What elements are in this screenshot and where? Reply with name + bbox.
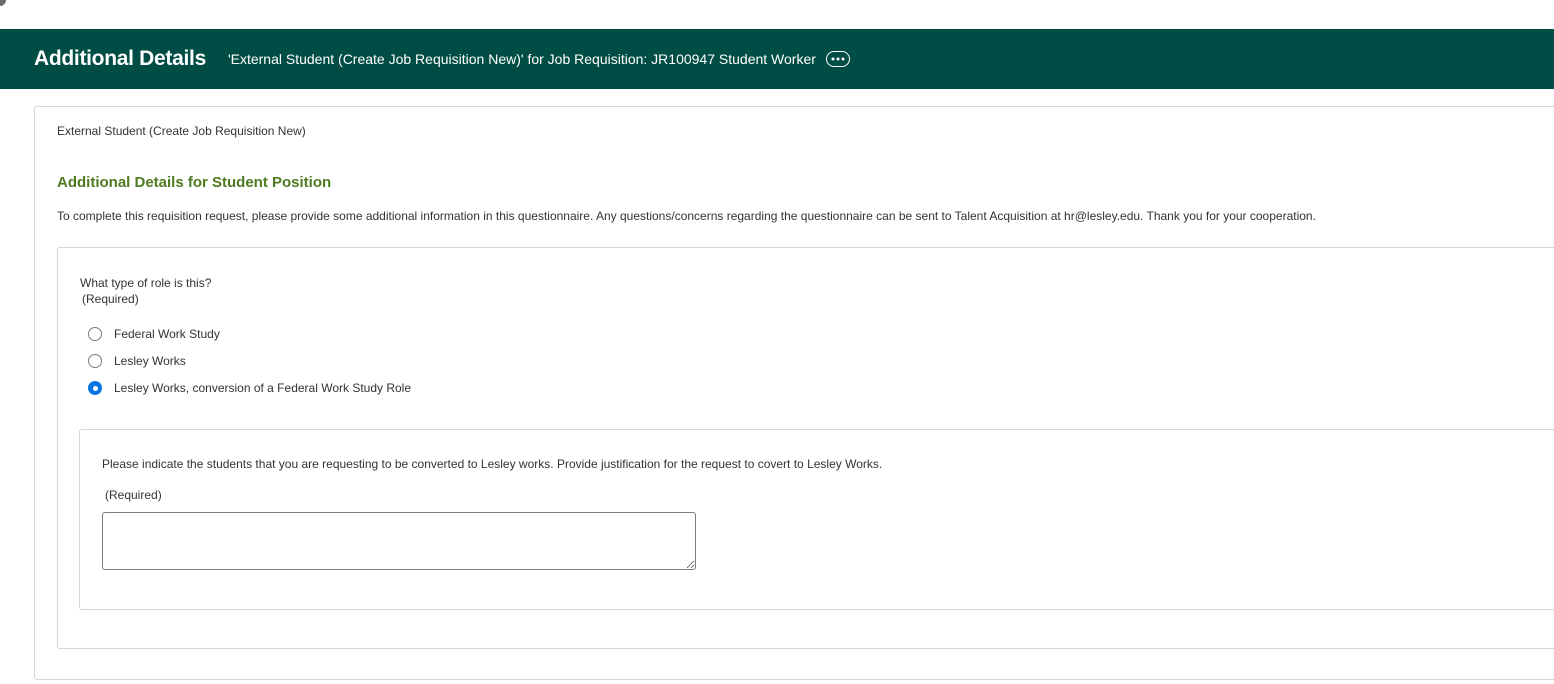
questionnaire-caption: External Student (Create Job Requisition…: [57, 124, 306, 138]
radio-option-label[interactable]: Federal Work Study: [114, 327, 220, 341]
question-label: What type of role is this?: [80, 276, 212, 290]
ellipsis-icon: [831, 57, 845, 61]
page-subtitle: 'External Student (Create Job Requisitio…: [227, 51, 816, 67]
page-header: Additional Details 'External Student (Cr…: [0, 29, 1554, 89]
window-corner: [0, 0, 6, 6]
related-actions-button[interactable]: [825, 51, 850, 67]
justification-textarea[interactable]: [102, 512, 696, 570]
page: Additional Details 'External Student (Cr…: [0, 0, 1554, 684]
question-required-label: (Required): [82, 292, 139, 306]
radio-option-lesley-works-conversion[interactable]: Lesley Works, conversion of a Federal Wo…: [88, 379, 411, 397]
radio-option-lesley-works[interactable]: Lesley Works: [88, 352, 186, 370]
radio-button[interactable]: [88, 354, 102, 368]
section-title: Additional Details for Student Position: [57, 174, 332, 191]
follow-up-required-label: (Required): [105, 488, 162, 502]
follow-up-question-label: Please indicate the students that you ar…: [102, 457, 883, 471]
radio-button[interactable]: [88, 327, 102, 341]
radio-button-selected[interactable]: [88, 381, 102, 395]
radio-option-federal-work-study[interactable]: Federal Work Study: [88, 325, 220, 343]
intro-text: To complete this requisition request, pl…: [57, 209, 1316, 223]
radio-option-label[interactable]: Lesley Works: [114, 354, 186, 368]
radio-option-label[interactable]: Lesley Works, conversion of a Federal Wo…: [114, 381, 411, 395]
page-title: Additional Details: [34, 47, 206, 70]
